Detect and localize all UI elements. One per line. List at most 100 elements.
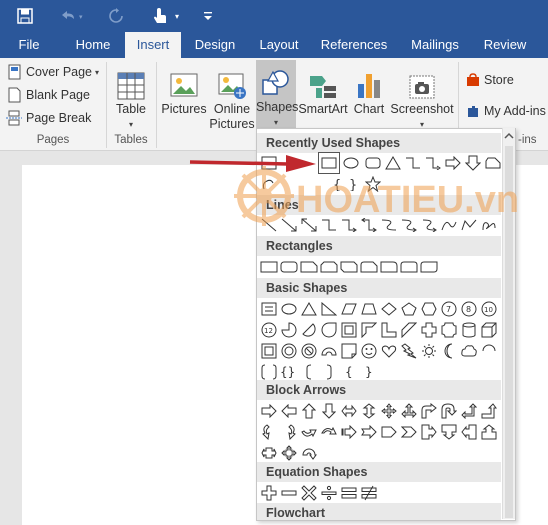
basic-triangle[interactable]	[299, 299, 319, 319]
arrow-callout-right[interactable]	[419, 422, 439, 442]
undo-icon[interactable]: ▾	[56, 6, 90, 26]
arrow-left-up[interactable]	[459, 401, 479, 421]
line-arrow-shape[interactable]	[279, 215, 299, 235]
elbow-connector-shape[interactable]	[403, 153, 423, 173]
basic-double-bracket[interactable]	[259, 362, 279, 382]
elbow-arrow-connector-shape[interactable]	[423, 153, 443, 173]
screenshot-button[interactable]: Screenshot ▾	[390, 62, 454, 132]
curve-line[interactable]	[439, 215, 459, 235]
snip-same-side-rect[interactable]	[319, 257, 339, 277]
arrow-left-right[interactable]	[339, 401, 359, 421]
basic-diagonal-stripe[interactable]	[399, 320, 419, 340]
arrow-up-down[interactable]	[359, 401, 379, 421]
basic-lightning-bolt[interactable]	[399, 341, 419, 361]
basic-arc[interactable]	[479, 341, 499, 361]
cover-page-button[interactable]: Cover Page ▾	[8, 62, 99, 82]
round-diagonal-rect[interactable]	[419, 257, 439, 277]
basic-frame[interactable]	[339, 320, 359, 340]
arrow-right[interactable]	[259, 401, 279, 421]
arrow-callout-quad[interactable]	[279, 443, 299, 463]
arrow-curved-up[interactable]	[299, 422, 319, 442]
arrow-left[interactable]	[279, 401, 299, 421]
round-single-corner-rect[interactable]	[379, 257, 399, 277]
arrow-down[interactable]	[319, 401, 339, 421]
scroll-thumb[interactable]	[505, 146, 513, 518]
equation-plus[interactable]	[259, 483, 279, 503]
basic-double-brace[interactable]: {}	[279, 362, 299, 382]
tab-design[interactable]: Design	[190, 32, 240, 58]
arrow-bent[interactable]	[419, 401, 439, 421]
blank-page-button[interactable]: Blank Page	[8, 85, 90, 105]
arrow-curved-down[interactable]	[319, 422, 339, 442]
basic-octagon[interactable]: 8	[459, 299, 479, 319]
basic-parallelogram[interactable]	[339, 299, 359, 319]
round-same-side-rect[interactable]	[399, 257, 419, 277]
tab-mailings[interactable]: Mailings	[406, 32, 464, 58]
basic-heptagon[interactable]: 7	[439, 299, 459, 319]
arrow-callout-left-right[interactable]	[259, 443, 279, 463]
basic-can[interactable]	[459, 320, 479, 340]
down-arrow-shape[interactable]	[463, 153, 483, 173]
basic-no-symbol[interactable]	[299, 341, 319, 361]
arrow-curved-right[interactable]	[259, 422, 279, 442]
elbow-arrow-line[interactable]	[339, 215, 359, 235]
rect-shape[interactable]	[259, 257, 279, 277]
triangle-shape[interactable]	[383, 153, 403, 173]
curved-connector-line[interactable]	[379, 215, 399, 235]
basic-hexagon[interactable]	[419, 299, 439, 319]
basic-plus[interactable]	[419, 320, 439, 340]
snip-round-rect[interactable]	[359, 257, 379, 277]
customize-qat-icon[interactable]	[198, 6, 218, 26]
line-double-arrow-shape[interactable]	[299, 215, 319, 235]
arrow-left-right-up[interactable]	[399, 401, 419, 421]
basic-left-bracket[interactable]	[299, 362, 319, 382]
touch-mode-icon[interactable]: ▾	[150, 6, 186, 26]
arrow-striped-right[interactable]	[339, 422, 359, 442]
basic-oval[interactable]	[279, 299, 299, 319]
star-shape[interactable]	[363, 174, 383, 194]
basic-donut[interactable]	[279, 341, 299, 361]
basic-diamond[interactable]	[379, 299, 399, 319]
basic-smiley-face[interactable]	[359, 341, 379, 361]
equation-divide[interactable]	[319, 483, 339, 503]
snip-single-corner-rect[interactable]	[299, 257, 319, 277]
basic-left-brace[interactable]: {	[339, 362, 359, 382]
arrow-up[interactable]	[299, 401, 319, 421]
arrow-callout-up[interactable]	[479, 422, 499, 442]
arrow-pentagon[interactable]	[379, 422, 399, 442]
elbow-connector-line[interactable]	[319, 215, 339, 235]
tab-file[interactable]: File	[10, 32, 48, 58]
redo-icon[interactable]	[104, 6, 128, 26]
basic-cube[interactable]	[479, 320, 499, 340]
shapes-gallery-scrollbar[interactable]	[502, 128, 515, 519]
tab-references[interactable]: References	[320, 32, 388, 58]
basic-right-triangle[interactable]	[319, 299, 339, 319]
smartart-button[interactable]: SmartArt	[298, 62, 348, 117]
curved-double-arrow-line[interactable]	[419, 215, 439, 235]
arrow-circular[interactable]	[299, 443, 319, 463]
basic-l-shape[interactable]	[379, 320, 399, 340]
basic-moon[interactable]	[439, 341, 459, 361]
online-pictures-button[interactable]: Online Pictures	[208, 62, 256, 132]
basic-bevel[interactable]	[259, 341, 279, 361]
arrow-quad[interactable]	[379, 401, 399, 421]
equation-multiply[interactable]	[299, 483, 319, 503]
arrow-callout-down[interactable]	[439, 422, 459, 442]
right-brace-shape[interactable]: }	[343, 174, 363, 194]
arrow-curved-left[interactable]	[279, 422, 299, 442]
basic-half-frame[interactable]	[359, 320, 379, 340]
basic-chord[interactable]	[299, 320, 319, 340]
curved-arrow-line[interactable]	[399, 215, 419, 235]
table-button[interactable]: Table ▾	[110, 62, 152, 132]
basic-teardrop[interactable]	[319, 320, 339, 340]
line-shape[interactable]	[259, 215, 279, 235]
elbow-double-arrow-line[interactable]	[359, 215, 379, 235]
basic-folded-corner[interactable]	[339, 341, 359, 361]
basic-trapezoid[interactable]	[359, 299, 379, 319]
tab-layout[interactable]: Layout	[254, 32, 304, 58]
equation-minus[interactable]	[279, 483, 299, 503]
basic-sun[interactable]	[419, 341, 439, 361]
tab-home[interactable]: Home	[70, 32, 116, 58]
page-break-button[interactable]: Page Break	[6, 108, 91, 128]
oval-shape[interactable]	[341, 153, 361, 173]
